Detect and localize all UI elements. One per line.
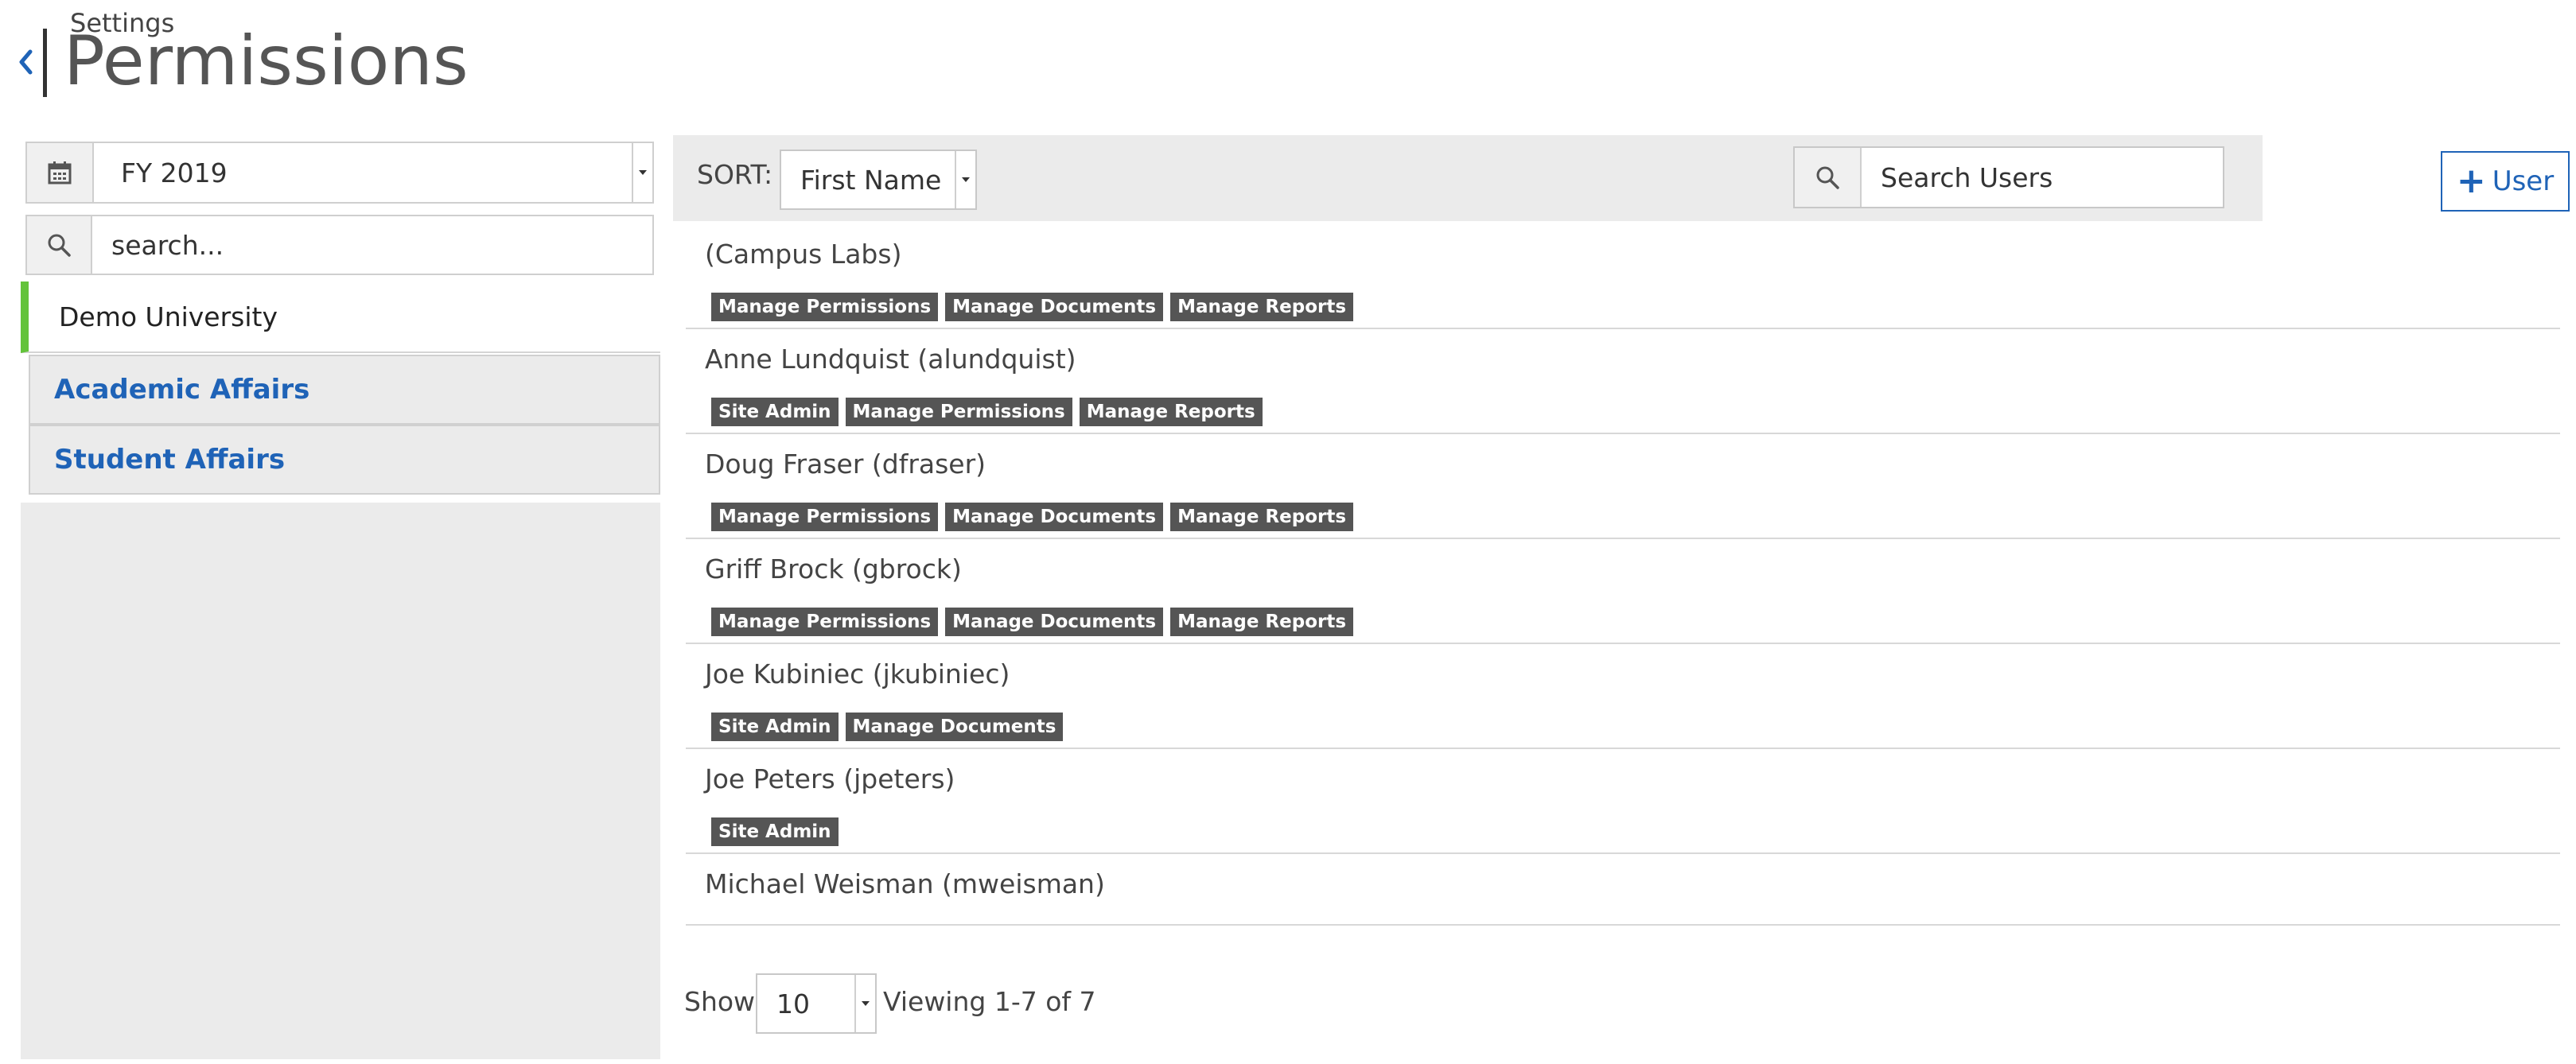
- sidebar-background: [21, 503, 660, 1059]
- plus-icon: +: [2456, 161, 2486, 201]
- sort-value: First Name: [800, 164, 942, 196]
- role-badge: Manage Documents: [845, 713, 1064, 741]
- user-name[interactable]: Anne Lundquist (alundquist): [705, 344, 1076, 375]
- user-row[interactable]: Joe Peters (jpeters) Site Admin: [686, 749, 2560, 854]
- role-badge: Manage Documents: [945, 608, 1164, 636]
- user-name[interactable]: Joe Peters (jpeters): [705, 763, 955, 794]
- fiscal-year-value: FY 2019: [121, 157, 228, 188]
- chevron-down-icon[interactable]: [632, 143, 652, 202]
- role-badge: Manage Reports: [1079, 398, 1263, 426]
- chevron-down-icon[interactable]: [955, 151, 975, 208]
- search-icon: [27, 216, 92, 274]
- sidebar-item-demo-university[interactable]: Demo University: [21, 282, 660, 353]
- title-divider: [43, 29, 47, 97]
- chevron-down-icon[interactable]: [854, 975, 875, 1032]
- page-size-select[interactable]: 10: [756, 973, 877, 1034]
- page-size-value: 10: [776, 988, 810, 1019]
- role-badge: Manage Permissions: [711, 608, 939, 636]
- user-name[interactable]: Michael Weisman (mweisman): [705, 868, 1105, 899]
- user-row[interactable]: (Campus Labs) Manage Permissions Manage …: [686, 224, 2560, 329]
- sort-label: SORT:: [697, 159, 773, 190]
- sort-select[interactable]: First Name: [780, 150, 977, 210]
- role-badge: Manage Permissions: [711, 293, 939, 321]
- user-search[interactable]: Search Users: [1793, 146, 2224, 208]
- user-search-input[interactable]: Search Users: [1862, 148, 2223, 207]
- user-row[interactable]: Griff Brock (gbrock) Manage Permissions …: [686, 539, 2560, 644]
- user-name[interactable]: (Campus Labs): [705, 239, 901, 270]
- role-badge: Manage Reports: [1170, 293, 1354, 321]
- user-row[interactable]: Michael Weisman (mweisman): [686, 854, 2560, 926]
- show-label: Show: [684, 986, 756, 1017]
- role-badge: Manage Reports: [1170, 608, 1354, 636]
- sidebar-search[interactable]: search...: [25, 215, 654, 275]
- role-badge: Manage Permissions: [845, 398, 1072, 426]
- user-row[interactable]: Anne Lundquist (alundquist) Site Admin M…: [686, 329, 2560, 434]
- calendar-icon: [27, 143, 94, 202]
- user-row[interactable]: Doug Fraser (dfraser) Manage Permissions…: [686, 434, 2560, 539]
- sidebar-item-student-affairs[interactable]: Student Affairs: [29, 425, 660, 495]
- role-badge: Site Admin: [711, 398, 839, 426]
- user-row[interactable]: Joe Kubiniec (jkubiniec) Site Admin Mana…: [686, 644, 2560, 749]
- user-name[interactable]: Griff Brock (gbrock): [705, 553, 962, 584]
- role-badge: Site Admin: [711, 817, 839, 846]
- user-name[interactable]: Doug Fraser (dfraser): [705, 449, 986, 480]
- role-badge: Site Admin: [711, 713, 839, 741]
- chevron-left-icon: [19, 49, 33, 75]
- pagination-summary: Viewing 1-7 of 7: [883, 986, 1096, 1017]
- role-badge: Manage Reports: [1170, 503, 1354, 531]
- add-user-label: User: [2492, 165, 2555, 197]
- role-badge: Manage Documents: [945, 293, 1164, 321]
- search-icon: [1795, 148, 1862, 207]
- role-badge: Manage Documents: [945, 503, 1164, 531]
- add-user-button[interactable]: + User: [2441, 151, 2570, 212]
- sidebar-search-input[interactable]: search...: [92, 216, 652, 274]
- user-name[interactable]: Joe Kubiniec (jkubiniec): [705, 658, 1010, 689]
- sidebar-item-academic-affairs[interactable]: Academic Affairs: [29, 355, 660, 425]
- back-button[interactable]: [14, 46, 37, 78]
- fiscal-year-select[interactable]: FY 2019: [25, 142, 654, 204]
- role-badge: Manage Permissions: [711, 503, 939, 531]
- page-title: Permissions: [64, 21, 469, 101]
